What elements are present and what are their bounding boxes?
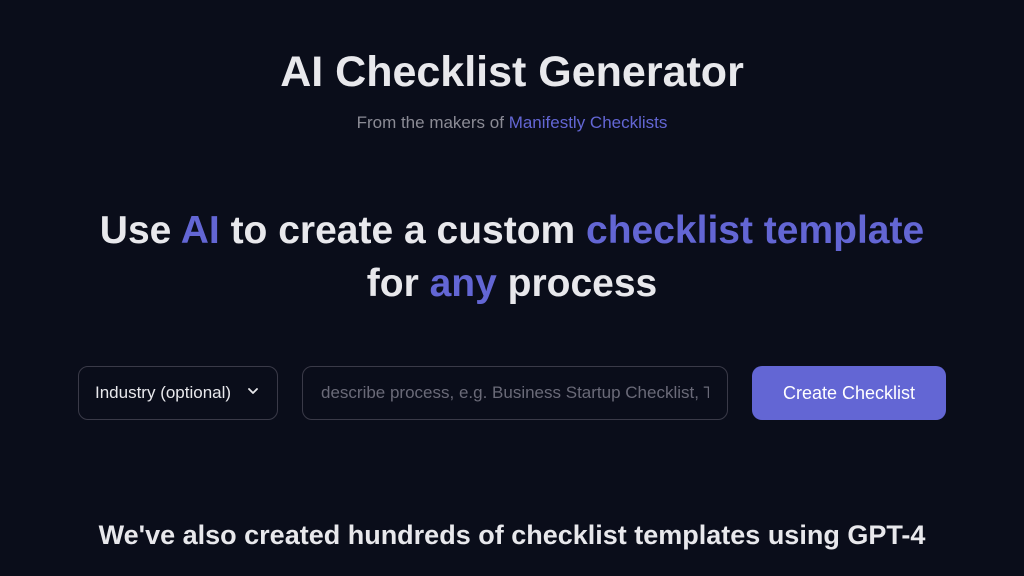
generator-form: Industry (optional) Create Checklist	[78, 366, 946, 420]
manifestly-link[interactable]: Manifestly Checklists	[509, 113, 668, 132]
headline-part4: process	[497, 262, 657, 305]
headline-part2: to create a custom	[220, 209, 586, 252]
headline-accent2: checklist template	[586, 209, 924, 252]
headline-accent3: any	[430, 262, 497, 305]
footer-heading: We've also created hundreds of checklist…	[99, 520, 926, 551]
headline-part1: Use	[100, 209, 181, 252]
page-title: AI Checklist Generator	[280, 48, 744, 97]
process-input[interactable]	[302, 366, 728, 420]
subtitle-prefix: From the makers of	[357, 113, 509, 132]
create-checklist-button[interactable]: Create Checklist	[752, 366, 946, 420]
chevron-down-icon	[245, 383, 261, 404]
subtitle: From the makers of Manifestly Checklists	[357, 113, 668, 133]
industry-select-label: Industry (optional)	[95, 383, 237, 403]
headline-accent1: AI	[181, 209, 220, 252]
headline-part3: for	[367, 262, 430, 305]
headline: Use AI to create a custom checklist temp…	[72, 205, 952, 310]
industry-select[interactable]: Industry (optional)	[78, 366, 278, 420]
